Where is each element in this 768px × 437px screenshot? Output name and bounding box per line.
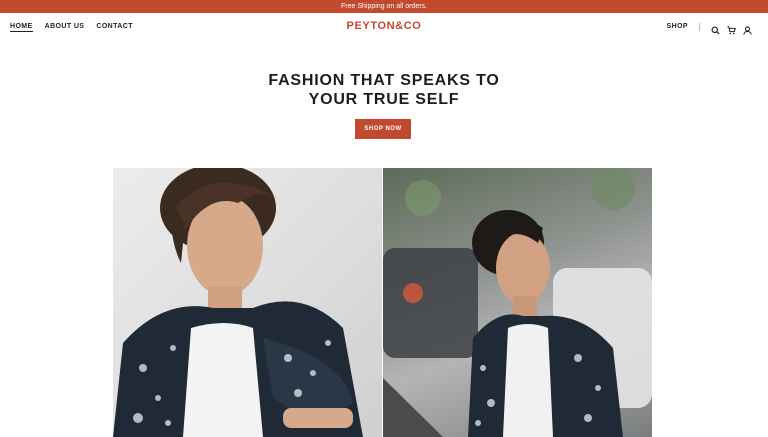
hero-title: FASHION THAT SPEAKS TO YOUR TRUE SELF <box>0 71 768 109</box>
top-navigation: HOME ABOUT US CONTACT PEYTON&CO SHOP <box>0 13 768 41</box>
cart-icon[interactable] <box>727 22 736 35</box>
hero-title-line2: YOUR TRUE SELF <box>308 91 460 108</box>
announcement-bar: Free Shipping on all orders. <box>0 0 768 13</box>
nav-actions: SHOP <box>667 22 752 35</box>
announcement-text: Free Shipping on all orders. <box>341 3 427 10</box>
model-studio-illustration <box>113 168 363 437</box>
model-photo-street[interactable] <box>383 168 652 437</box>
nav-shop-link[interactable]: SHOP <box>667 23 688 30</box>
hero-title-line1: FASHION THAT SPEAKS TO <box>268 72 500 89</box>
model-street-illustration <box>383 168 652 437</box>
shop-now-button[interactable]: SHOP NOW <box>355 119 411 139</box>
model-photo-studio[interactable] <box>113 168 382 437</box>
search-icon[interactable] <box>711 22 720 35</box>
account-icon[interactable] <box>743 22 752 35</box>
brand-logo[interactable]: PEYTON&CO <box>0 20 768 32</box>
nav-divider <box>699 22 700 31</box>
